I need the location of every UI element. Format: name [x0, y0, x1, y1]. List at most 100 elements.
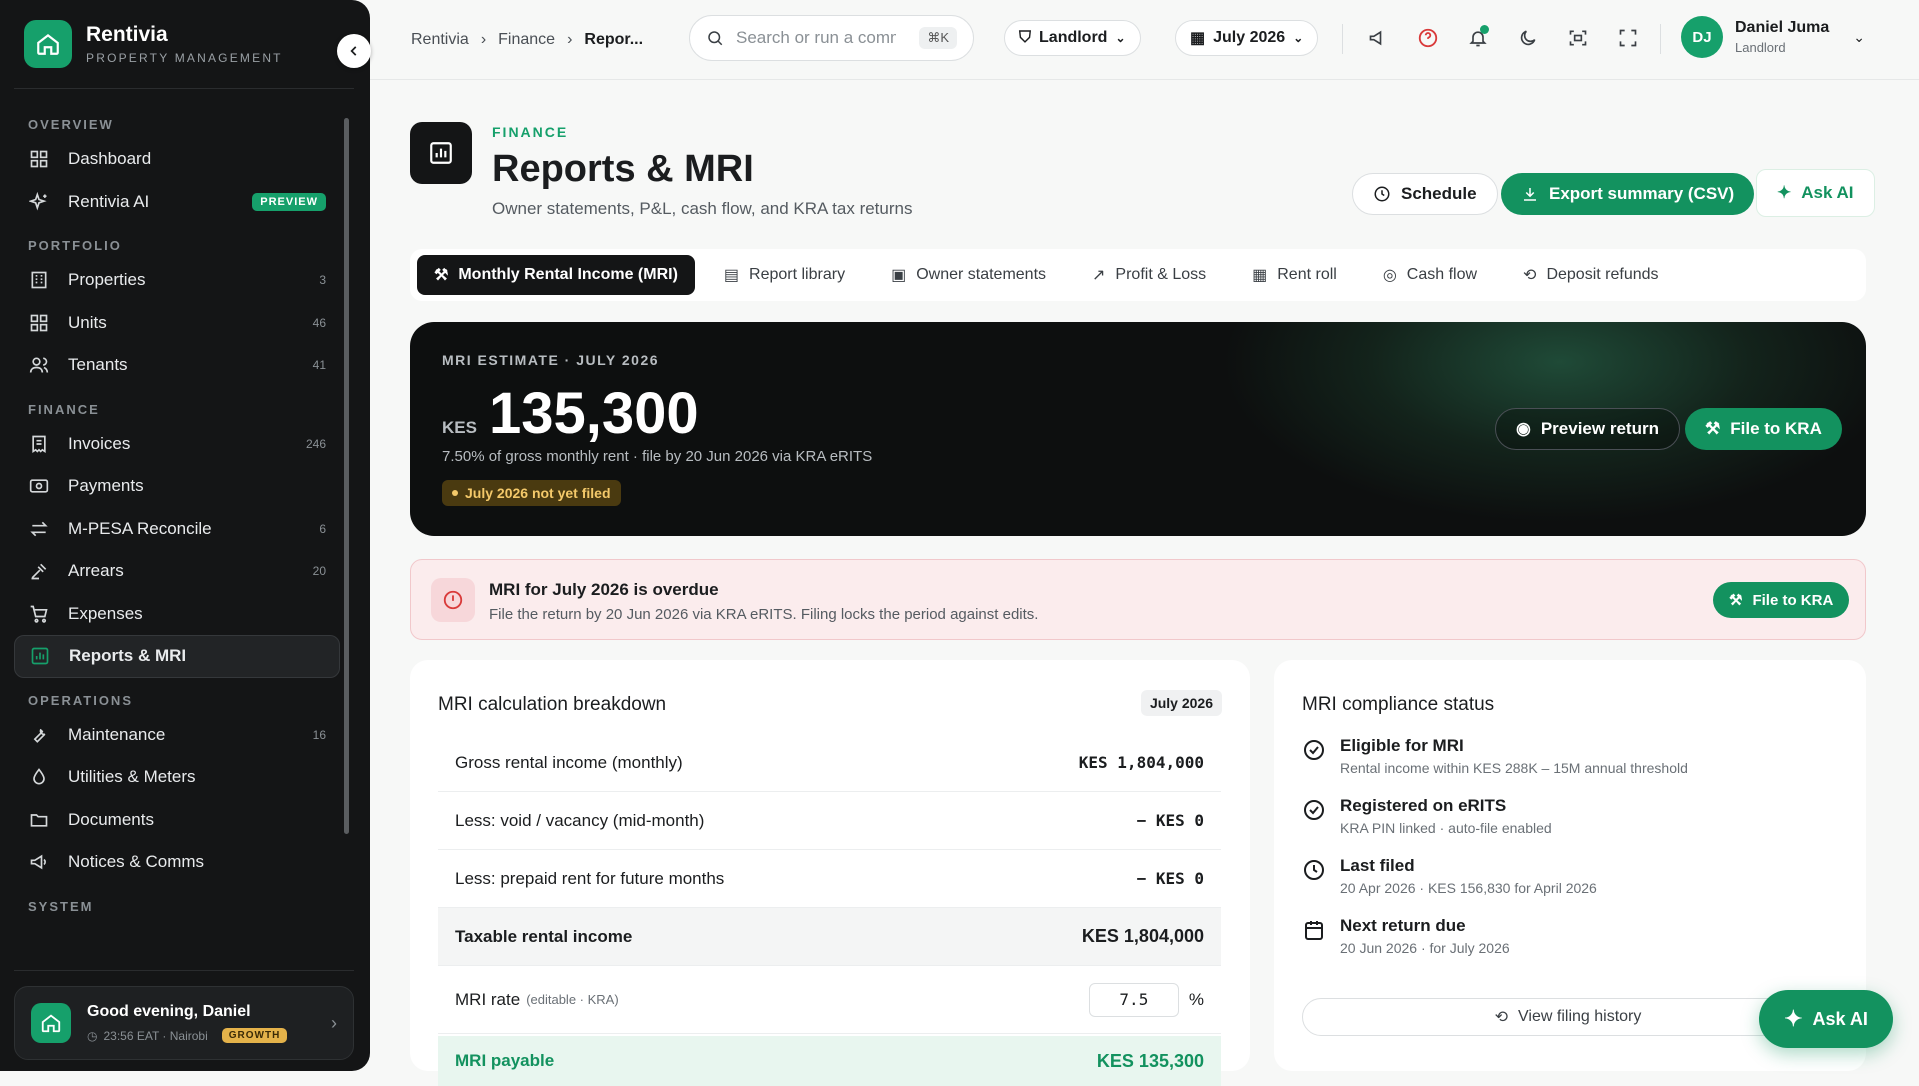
preview-return-button[interactable]: ◉ Preview return [1495, 408, 1680, 450]
gavel-icon: ⚒ [1729, 592, 1743, 609]
tab-deposit-refunds[interactable]: ⟲ Deposit refunds [1506, 255, 1675, 295]
greeting-card[interactable]: Good evening, Daniel ◷ 23:56 EAT · Nairo… [14, 986, 354, 1060]
overdue-alert: MRI for July 2026 is overdue File the re… [410, 559, 1866, 640]
sidebar-item-dashboard[interactable]: Dashboard [14, 138, 340, 181]
help-icon [1418, 28, 1438, 48]
mri-breakdown-card: MRI calculation breakdown July 2026 Gros… [410, 660, 1250, 1086]
chevron-down-icon: ⌄ [1115, 31, 1126, 45]
megaphone-icon [28, 851, 50, 873]
sidebar-item-units[interactable]: Units 46 [14, 302, 340, 345]
expand-icon [1619, 29, 1637, 47]
count-badge: 20 [312, 564, 326, 579]
screenshot-button[interactable] [1566, 26, 1590, 50]
sidebar-scrollbar[interactable] [344, 118, 349, 834]
sidebar-item-payments[interactable]: Payments [14, 465, 340, 508]
compliance-item: Last filed 20 Apr 2026 · KES 156,830 for … [1302, 856, 1597, 896]
breadcrumb-finance[interactable]: Finance [498, 31, 555, 49]
file-label: File to KRA [1730, 419, 1822, 438]
search-box[interactable]: ⌘K [689, 15, 974, 61]
sidebar-item-utilities[interactable]: Utilities & Meters [14, 756, 340, 799]
payable-value: KES 135,300 [1096, 1050, 1204, 1071]
sidebar-item-label: M-PESA Reconcile [68, 518, 212, 538]
file-to-kra-button[interactable]: ⚒ File to KRA [1685, 408, 1842, 450]
user-menu[interactable]: DJ Daniel Juma Landlord ⌄ [1681, 16, 1865, 58]
estimate-amount: 135,300 [488, 381, 699, 446]
brand[interactable]: Rentivia PROPERTY MANAGEMENT [24, 20, 283, 68]
eye-icon: ◉ [1516, 419, 1531, 438]
sidebar-item-documents[interactable]: Documents [14, 799, 340, 842]
sidebar-item-maintenance[interactable]: Maintenance 16 [14, 714, 340, 757]
drop-icon [28, 766, 50, 788]
greeting-title: Good evening, Daniel [87, 1003, 251, 1020]
sidebar-item-notices[interactable]: Notices & Comms [14, 841, 340, 884]
theme-toggle[interactable] [1516, 26, 1540, 50]
sidebar-item-rentivia-ai[interactable]: Rentivia AI PREVIEW [14, 181, 340, 224]
avatar: DJ [1681, 16, 1723, 58]
calendar-icon [1305, 921, 1323, 940]
alert-file-label: File to KRA [1752, 591, 1834, 609]
currency: KES [442, 418, 477, 437]
export-summary-button[interactable]: Export summary (CSV) [1501, 173, 1755, 215]
count-badge: 6 [319, 521, 326, 536]
view-filing-history-button[interactable]: ⟲ View filing history [1302, 998, 1834, 1036]
item-title: Registered on eRITS [1340, 796, 1507, 815]
announcements-button[interactable] [1366, 26, 1390, 50]
tab-owner-statements[interactable]: ▣ Owner statements [874, 255, 1063, 295]
home-icon [24, 20, 72, 68]
chart-icon [430, 142, 452, 164]
period-select[interactable]: ▦ July 2026 ⌄ [1175, 20, 1319, 56]
history-icon: ⟲ [1494, 1009, 1509, 1026]
tab-mri[interactable]: ⚒ Monthly Rental Income (MRI) [417, 255, 695, 295]
sidebar-item-properties[interactable]: Properties 3 [14, 259, 340, 302]
units-icon [28, 312, 50, 334]
divider [14, 88, 354, 89]
ask-ai-fab[interactable]: ✦ Ask AI [1759, 990, 1893, 1048]
clock-icon: ◷ [87, 1028, 98, 1043]
breadcrumb: Rentivia › Finance › Repor... [411, 31, 643, 49]
table-icon: ▦ [1252, 267, 1268, 284]
page-kicker: FINANCE [492, 124, 569, 140]
compliance-item: Next return due 20 Jun 2026 · for July 20… [1302, 916, 1510, 956]
status-dot [452, 490, 458, 496]
tab-report-library[interactable]: ▤ Report library [707, 255, 862, 295]
collapse-sidebar-button[interactable] [337, 34, 371, 68]
role-select[interactable]: ⛉ Landlord ⌄ [1004, 20, 1141, 56]
section-system: SYSTEM [28, 898, 94, 914]
sidebar-item-invoices[interactable]: Invoices 246 [14, 423, 340, 466]
greeting-time: 23:56 EAT · Nairobi [103, 1028, 208, 1043]
schedule-button[interactable]: Schedule [1352, 173, 1498, 215]
tab-cash-flow[interactable]: ◎ Cash flow [1366, 255, 1494, 295]
breadcrumb-root[interactable]: Rentivia [411, 31, 469, 49]
report-tabs: ⚒ Monthly Rental Income (MRI) ▤ Report l… [410, 249, 1866, 301]
card-title: MRI calculation breakdown [438, 694, 667, 715]
sidebar-nav: OVERVIEW Dashboard Rentivia AI PREVIEW P… [14, 102, 340, 920]
sidebar-item-arrears[interactable]: Arrears 20 [14, 550, 340, 593]
mri-rate-input[interactable] [1088, 982, 1179, 1017]
sidebar-item-label: Rentivia AI [68, 191, 150, 211]
grid-icon [28, 148, 50, 170]
tab-rent-roll[interactable]: ▦ Rent roll [1235, 255, 1354, 295]
tab-profit-loss[interactable]: ↗ Profit & Loss [1075, 255, 1223, 295]
fullscreen-button[interactable] [1616, 26, 1640, 50]
user-role: Landlord [1735, 40, 1786, 55]
invoice-icon [28, 433, 50, 455]
sidebar-item-expenses[interactable]: Expenses [14, 593, 340, 636]
item-title: Next return due [1340, 916, 1466, 935]
ask-ai-button[interactable]: ✦ Ask AI [1756, 169, 1875, 217]
rate-hint: (editable · KRA) [526, 992, 619, 1007]
sidebar-item-tenants[interactable]: Tenants 41 [14, 344, 340, 387]
compliance-item: Registered on eRITS KRA PIN linked · auto… [1302, 796, 1552, 836]
sidebar-item-label: Reports & MRI [69, 646, 187, 666]
sidebar-item-reports-mri[interactable]: Reports & MRI [14, 635, 340, 678]
section-overview: OVERVIEW [28, 117, 114, 132]
notifications-button[interactable] [1466, 25, 1490, 50]
shortcut-hint: ⌘K [919, 27, 957, 49]
help-button[interactable] [1416, 26, 1440, 50]
sidebar-item-label: Expenses [68, 603, 143, 623]
sparkle-icon [28, 191, 50, 213]
alert-file-button[interactable]: ⚒ File to KRA [1713, 582, 1850, 618]
clock-icon [1374, 186, 1390, 202]
search-input[interactable] [736, 28, 896, 48]
sidebar-item-mpesa-reconcile[interactable]: M-PESA Reconcile 6 [14, 508, 340, 551]
user-name: Daniel Juma [1735, 19, 1830, 36]
